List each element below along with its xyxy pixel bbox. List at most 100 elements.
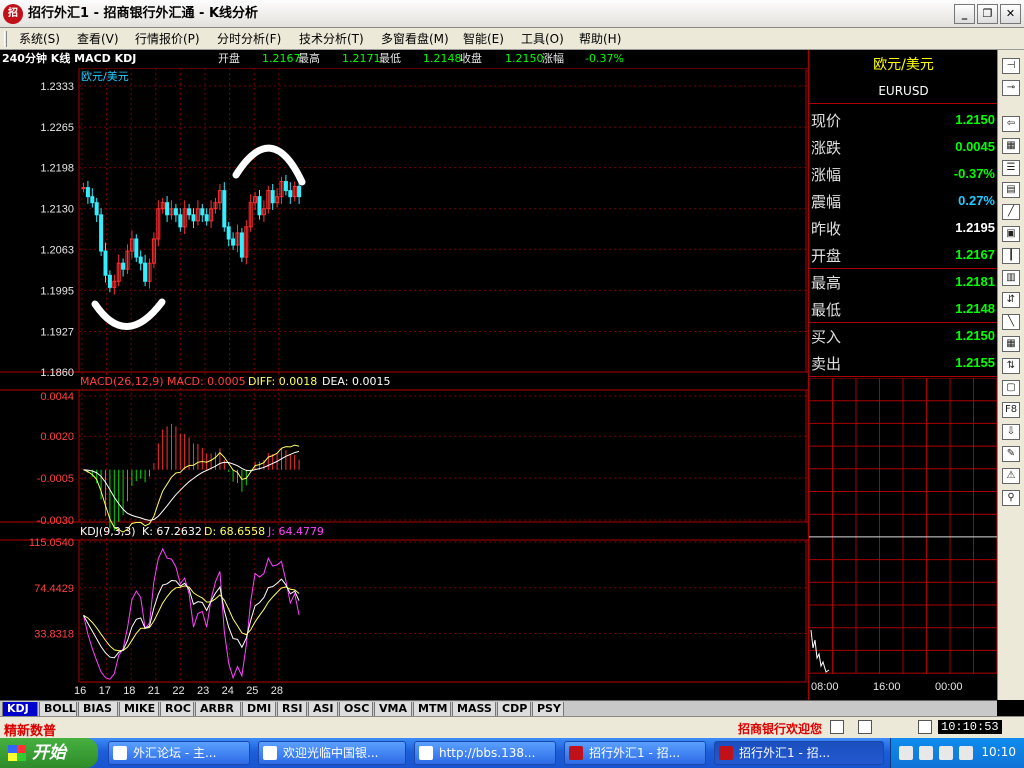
close-value: 1.2150 bbox=[505, 52, 544, 65]
volume-icon[interactable] bbox=[939, 746, 953, 760]
link-icon[interactable]: ⊸ bbox=[1002, 80, 1020, 96]
candle-icon[interactable]: ┃ bbox=[1002, 248, 1020, 264]
quote-label: 涨幅 bbox=[811, 166, 842, 184]
macd-diff: DIFF: 0.0018 bbox=[248, 375, 317, 388]
compare-icon[interactable]: ⇵ bbox=[1002, 292, 1020, 308]
bell-icon[interactable] bbox=[858, 720, 872, 734]
line-chart-icon[interactable]: ╱ bbox=[1002, 204, 1020, 220]
chart-header: 240分钟 K线 MACD KDJ 开盘 1.2167 最高 1.2171 最低… bbox=[0, 50, 808, 68]
tab-bias[interactable]: BIAS bbox=[78, 702, 118, 717]
tab-cdp[interactable]: CDP bbox=[497, 702, 531, 717]
symbol-label: 欧元/美元 bbox=[81, 70, 129, 83]
f8-icon[interactable]: F8 bbox=[1002, 402, 1020, 418]
minimize-button[interactable]: _ bbox=[954, 4, 975, 24]
start-label: 开始 bbox=[32, 743, 66, 763]
menu-technical[interactable]: 技术分析(T) bbox=[299, 28, 364, 50]
task-forex-2[interactable]: 招行外汇1 - 招... bbox=[714, 741, 884, 765]
monitor-icon[interactable] bbox=[830, 720, 844, 734]
chart-area[interactable]: 欧元/美元 1.2333 1.2265 1.2198 1.2130 1.2063 1.19… bbox=[0, 67, 808, 700]
search-icon[interactable]: ⚲ bbox=[1002, 490, 1020, 506]
tray-clock: 10:10 bbox=[981, 745, 1016, 759]
intraday-mini-chart[interactable]: 08:00 16:00 00:00 bbox=[809, 378, 998, 700]
low-label: 最低 bbox=[379, 52, 401, 65]
candle-body bbox=[204, 214, 209, 222]
chart-icon[interactable]: ╲ bbox=[1002, 314, 1020, 330]
quote-label: 最低 bbox=[811, 301, 842, 319]
menu-tools[interactable]: 工具(O) bbox=[521, 28, 564, 50]
task-boc[interactable]: 欢迎光临中国银... bbox=[258, 741, 406, 765]
kdj-d: D: 68.6558 bbox=[204, 525, 265, 538]
app-tray-icon[interactable] bbox=[959, 746, 973, 760]
tab-boll[interactable]: BOLL bbox=[39, 702, 77, 717]
menu-help[interactable]: 帮助(H) bbox=[579, 28, 621, 50]
tab-mtm[interactable]: MTM bbox=[413, 702, 451, 717]
task-forex-1[interactable]: 招行外汇1 - 招... bbox=[564, 741, 706, 765]
table-icon[interactable]: ▦ bbox=[1002, 336, 1020, 352]
network-icon[interactable] bbox=[918, 720, 932, 734]
tab-rsi[interactable]: RSI bbox=[277, 702, 307, 717]
download-icon[interactable]: ⇩ bbox=[1002, 424, 1020, 440]
candle-body bbox=[165, 202, 170, 216]
quote-value: 1.2148 bbox=[955, 301, 995, 316]
menu-multiwindow[interactable]: 多窗看盘(M) bbox=[381, 28, 449, 50]
help-icon[interactable] bbox=[899, 746, 913, 760]
chart-svg[interactable]: 欧元/美元 1.2333 1.2265 1.2198 1.2130 1.2063 1.19… bbox=[0, 67, 808, 700]
quote-value: -0.37% bbox=[953, 166, 995, 181]
mini-time-label: 08:00 bbox=[811, 681, 839, 693]
price-tick-label: 1.2265 bbox=[40, 122, 74, 134]
close-button[interactable]: ✕ bbox=[1000, 4, 1021, 24]
macd-tick-label: 0.0044 bbox=[40, 391, 74, 403]
chart-period: 240分钟 K线 MACD KDJ bbox=[2, 52, 137, 65]
window-icon[interactable]: ▣ bbox=[1002, 226, 1020, 242]
start-button[interactable]: 开始 bbox=[0, 738, 98, 768]
app-icon bbox=[569, 746, 583, 760]
quote-value: 0.0045 bbox=[955, 139, 995, 154]
menu-quotes[interactable]: 行情报价(P) bbox=[135, 28, 200, 50]
tab-arbr[interactable]: ARBR bbox=[195, 702, 241, 717]
calendar-icon[interactable]: ▢ bbox=[1002, 380, 1020, 396]
tab-psy[interactable]: PSY bbox=[532, 702, 564, 717]
sort-icon[interactable]: ⇅ bbox=[1002, 358, 1020, 374]
macd-tick-label: 0.0020 bbox=[40, 431, 74, 443]
menu-view[interactable]: 查看(V) bbox=[77, 28, 119, 50]
table-icon[interactable]: ▦ bbox=[1002, 138, 1020, 154]
task-forum[interactable]: 外汇论坛 - 主... bbox=[108, 741, 250, 765]
list-icon[interactable]: ☰ bbox=[1002, 160, 1020, 176]
tab-mike[interactable]: MIKE bbox=[119, 702, 159, 717]
grid-icon[interactable]: ▤ bbox=[1002, 182, 1020, 198]
lock-icon[interactable]: ⊣ bbox=[1002, 58, 1020, 74]
quote-panel: 欧元/美元 EURUSD 现价 1.2150 涨跌 0.0045 涨幅 -0.37% 震幅 0… bbox=[808, 50, 998, 700]
candle-body bbox=[200, 208, 205, 216]
tab-osc[interactable]: OSC bbox=[339, 702, 373, 717]
task-bbs[interactable]: http://bbs.138... bbox=[414, 741, 556, 765]
candle-body bbox=[173, 208, 178, 216]
tab-dmi[interactable]: DMI bbox=[242, 702, 276, 717]
tab-roc[interactable]: ROC bbox=[160, 702, 194, 717]
x-tick-label: 23 bbox=[197, 685, 209, 697]
x-tick-label: 21 bbox=[148, 685, 160, 697]
pencil-icon[interactable]: ✎ bbox=[1002, 446, 1020, 462]
price-tick-label: 1.2198 bbox=[40, 163, 74, 175]
candle-body bbox=[134, 238, 139, 258]
quote-label: 开盘 bbox=[811, 247, 842, 265]
candle-body bbox=[222, 190, 227, 228]
quote-symbol-code: EURUSD bbox=[878, 84, 929, 98]
title-bar: 招 招行外汇1 - 招商银行外汇通 - K线分析 _ ❐ ✕ bbox=[0, 0, 1024, 28]
macd-value: MACD: 0.0005 bbox=[167, 375, 246, 388]
tab-asi[interactable]: ASI bbox=[308, 702, 338, 717]
menu-intraday[interactable]: 分时分析(F) bbox=[217, 28, 281, 50]
app-window: { "window": {"title": "招行外汇1 - 招商银行外汇通 -… bbox=[0, 0, 1024, 768]
tab-kdj[interactable]: KDJ bbox=[2, 702, 38, 717]
tab-mass[interactable]: MASS bbox=[452, 702, 496, 717]
quote-symbol-name: 欧元/美元 bbox=[873, 57, 934, 73]
tab-vma[interactable]: VMA bbox=[374, 702, 412, 717]
network-icon[interactable] bbox=[919, 746, 933, 760]
menu-smart[interactable]: 智能(E) bbox=[463, 28, 504, 50]
warning-icon[interactable]: ⚠ bbox=[1002, 468, 1020, 484]
bar-chart-icon[interactable]: ▥ bbox=[1002, 270, 1020, 286]
task-label: 外汇论坛 - 主... bbox=[133, 746, 217, 760]
restore-button[interactable]: ❐ bbox=[977, 4, 998, 24]
menu-system[interactable]: 系统(S) bbox=[19, 28, 60, 50]
ie-icon bbox=[419, 746, 433, 760]
back-arrow-icon[interactable]: ⇦ bbox=[1002, 116, 1020, 132]
